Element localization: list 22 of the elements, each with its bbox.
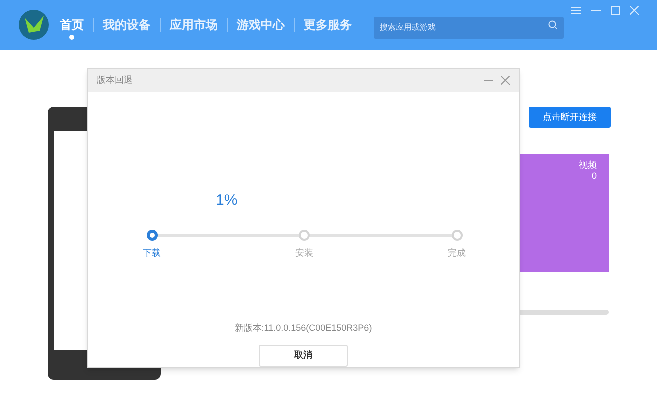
step-label: 完成: [447, 247, 467, 260]
minimize-icon[interactable]: [484, 80, 493, 82]
nav-tab[interactable]: 首页: [58, 16, 86, 34]
card-text: 视频: [579, 160, 597, 171]
nav-tab[interactable]: 应用市场: [168, 16, 220, 34]
search-icon[interactable]: [548, 20, 558, 30]
menu-icon[interactable]: [571, 6, 581, 14]
step-label: 下载: [142, 247, 162, 260]
card-text: 0: [592, 171, 597, 182]
version-text: 新版本:11.0.0.156(C00E150R3P6): [234, 322, 372, 335]
logo-icon: [18, 9, 50, 41]
maximize-icon[interactable]: [611, 6, 620, 15]
cancel-button[interactable]: 取消: [259, 345, 348, 367]
close-icon[interactable]: [501, 76, 510, 86]
nav-tab[interactable]: 我的设备: [101, 16, 153, 34]
connect-button[interactable]: 点击断开连接: [529, 107, 611, 128]
nav-tab[interactable]: 更多服务: [302, 16, 354, 34]
progress-percent: 1%: [216, 191, 238, 212]
nav-tab[interactable]: 游戏中心: [235, 16, 287, 34]
step-label: 安装: [294, 247, 314, 260]
dialog-title: 版本回退: [97, 74, 133, 87]
search-field[interactable]: 搜索应用或游戏: [374, 16, 564, 38]
